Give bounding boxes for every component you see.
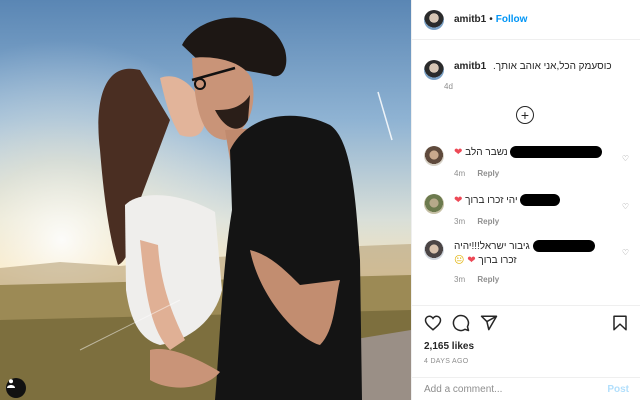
redacted-username: [510, 146, 603, 159]
post-caption: amitb1 כוסעמק הכל,אני אוהב אותך. 4d: [424, 60, 629, 91]
author-username[interactable]: amitb1: [454, 14, 486, 25]
comment-text: יהי זכרו ברוך: [465, 195, 518, 206]
reply-button[interactable]: Reply: [477, 275, 499, 284]
face-emoji: 😐: [454, 255, 465, 266]
couple-photo-illustration: [0, 0, 411, 400]
likes-count[interactable]: 2,165 likes: [424, 341, 629, 352]
comment-input[interactable]: [424, 383, 608, 395]
red-heart-emoji: ❤: [467, 255, 476, 266]
comment-like-heart-icon[interactable]: ♡: [622, 248, 629, 257]
comment-text-line1: גיבור ישראל!!!יהיה: [454, 241, 530, 252]
follow-button[interactable]: Follow: [496, 14, 528, 25]
commenter-avatar[interactable]: [424, 146, 444, 166]
comment-item: גיבור ישראל!!!יהיה זכרו ברוך ❤ 😐 3m Repl…: [424, 240, 629, 287]
share-icon[interactable]: [480, 314, 498, 332]
post-actions: 2,165 likes 4 DAYS AGO: [412, 305, 640, 370]
post-comment-button[interactable]: Post: [607, 384, 629, 395]
comment-age: 3m: [454, 275, 466, 284]
comment-text-line2: זכרו ברוך: [478, 255, 517, 266]
caption-meta: 4d: [444, 82, 612, 91]
person-icon: [7, 379, 15, 388]
comment-item: נשבר הלב ❤ 4m Reply ♡: [424, 146, 629, 181]
comment-icon[interactable]: [452, 314, 470, 332]
comment-meta: 4m Reply: [454, 167, 614, 181]
comment-meta: 3m Reply: [454, 273, 614, 287]
post-date[interactable]: 4 DAYS AGO: [424, 358, 629, 365]
plus-circle-icon: +: [520, 107, 530, 123]
bookmark-icon[interactable]: [611, 314, 629, 332]
reply-button[interactable]: Reply: [477, 217, 499, 226]
tagged-user-icon[interactable]: [6, 378, 26, 398]
comment-age: 3m: [454, 217, 466, 226]
comment-like-heart-icon[interactable]: ♡: [622, 154, 629, 163]
caption-avatar[interactable]: [424, 60, 444, 80]
action-icons-row: [424, 314, 629, 332]
post-side-panel: amitb1 • Follow amitb1 כוסעמק הכל,אני או…: [411, 0, 640, 400]
heart-icon[interactable]: [424, 314, 442, 332]
comment-item: יהי זכרו ברוך ❤ 3m Reply ♡: [424, 194, 629, 229]
commenter-avatar[interactable]: [424, 240, 444, 260]
post-header: amitb1 • Follow: [412, 0, 640, 40]
comment-composer: Post: [412, 377, 640, 400]
caption-age: 4d: [444, 82, 453, 91]
header-separator: •: [489, 14, 493, 25]
caption-username[interactable]: amitb1: [454, 61, 486, 72]
reply-button[interactable]: Reply: [477, 169, 499, 178]
post-photo[interactable]: [0, 0, 411, 400]
comment-text: נשבר הלב: [465, 147, 508, 158]
red-heart-emoji: ❤: [454, 195, 463, 206]
commenter-avatar[interactable]: [424, 194, 444, 214]
redacted-username: [532, 240, 595, 253]
caption-text: כוסעמק הכל,אני אוהב אותך.: [493, 61, 612, 72]
author-avatar[interactable]: [424, 9, 444, 30]
load-more-comments-button[interactable]: +: [516, 106, 534, 124]
comment-age: 4m: [454, 169, 466, 178]
comment-meta: 3m Reply: [454, 215, 614, 229]
redacted-username: [520, 194, 561, 207]
comment-like-heart-icon[interactable]: ♡: [622, 202, 629, 211]
red-heart-emoji: ❤: [454, 147, 463, 158]
